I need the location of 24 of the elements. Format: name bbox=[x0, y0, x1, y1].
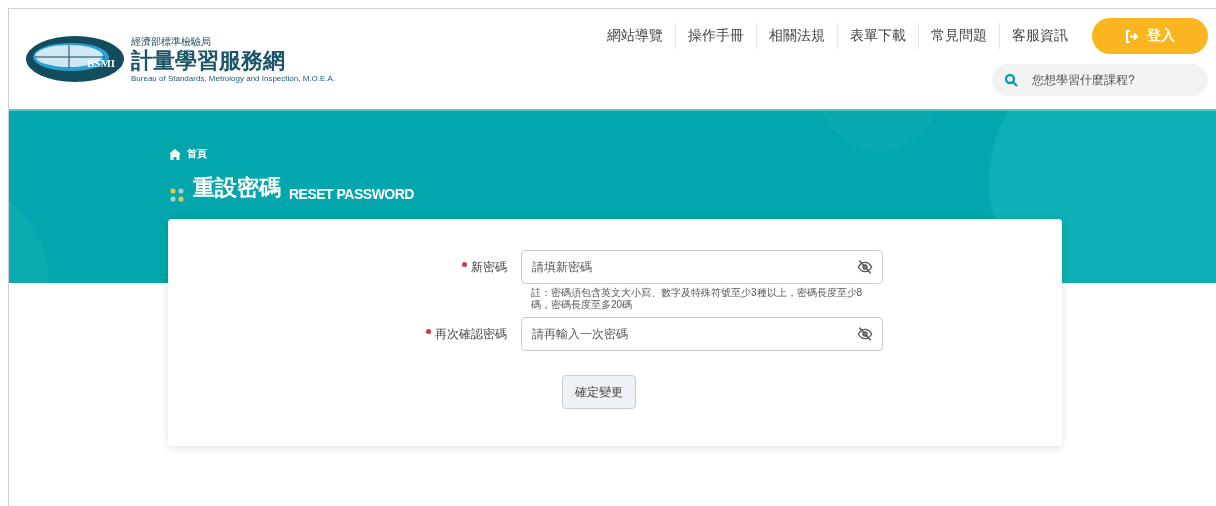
password-field[interactable]: 請再輸入一次密碼 bbox=[521, 317, 883, 351]
agency-name: 經濟部標準檢驗局 bbox=[131, 35, 212, 48]
page-title: 重設密碼 bbox=[193, 174, 281, 202]
agency-english-name: Bureau of Standards, Metrology and Inspection, M.O.E.A. bbox=[131, 73, 336, 83]
sign-in-icon bbox=[1125, 29, 1139, 43]
nav-link[interactable]: 常見問題 bbox=[919, 23, 1000, 49]
dots-icon bbox=[169, 187, 185, 203]
nav-link[interactable]: 相關法規 bbox=[757, 23, 838, 49]
nav-link[interactable]: 網站導覽 bbox=[595, 23, 676, 49]
password-field[interactable]: 請填新密碼 bbox=[521, 250, 883, 284]
page-subtitle: RESET PASSWORD bbox=[289, 186, 414, 203]
submit-button[interactable]: 確定變更 bbox=[562, 375, 636, 409]
field-label: 再次確認密碼 bbox=[435, 326, 507, 341]
eye-slash-icon[interactable] bbox=[856, 326, 874, 342]
nav-link[interactable]: 客服資訊 bbox=[1000, 23, 1080, 49]
search-field[interactable]: 您想學習什麼課程? bbox=[992, 64, 1208, 96]
password-hint: 註：密碼須包含英文大小寫、數字及特殊符號至少3種以上，密碼長度至少8碼，密碼長度至多20碼 bbox=[530, 286, 864, 312]
field-label: 新密碼 bbox=[471, 259, 507, 274]
home-icon bbox=[169, 148, 181, 160]
nav-link[interactable]: 表單下載 bbox=[838, 23, 919, 49]
nav-link[interactable]: 操作手冊 bbox=[676, 23, 757, 49]
search-icon bbox=[1004, 73, 1018, 87]
eye-slash-icon[interactable] bbox=[856, 259, 874, 275]
site-title: 計量學習服務網 bbox=[131, 47, 286, 74]
